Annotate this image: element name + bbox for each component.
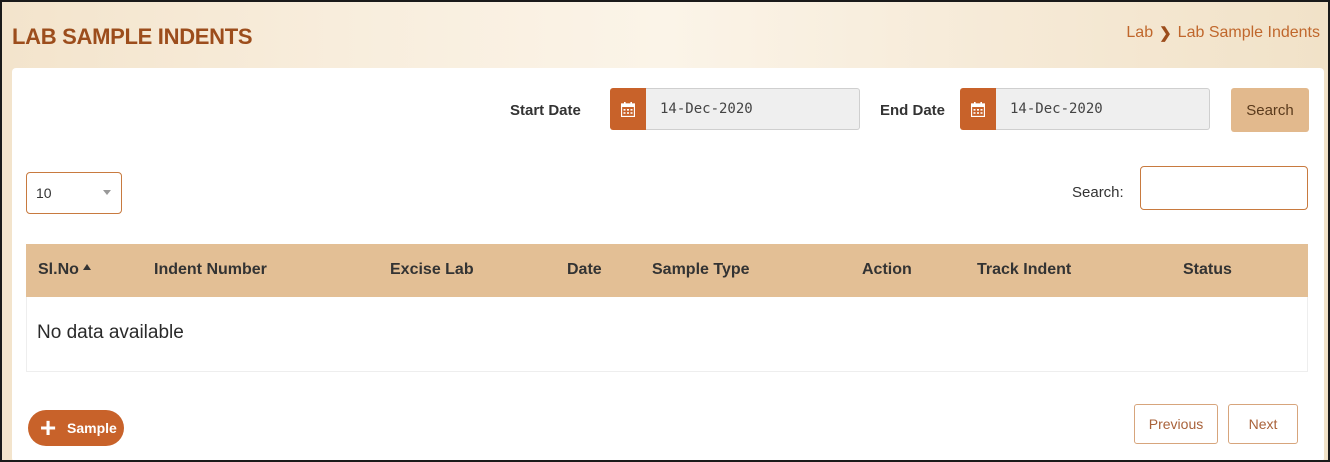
table-body: No data available xyxy=(26,297,1308,372)
previous-page-button[interactable]: Previous xyxy=(1134,404,1218,444)
start-date-input[interactable]: 14-Dec-2020 xyxy=(646,88,860,130)
breadcrumb: Lab ❯ Lab Sample Indents xyxy=(1126,24,1320,42)
chevron-right-icon: ❯ xyxy=(1159,25,1172,42)
end-date-label: End Date xyxy=(880,102,946,119)
column-header-action[interactable]: Action xyxy=(862,261,912,279)
search-label: Search: xyxy=(1072,184,1124,201)
search-button[interactable]: Search xyxy=(1231,88,1309,132)
end-date-input[interactable]: 14-Dec-2020 xyxy=(996,88,1210,130)
page-title: LAB SAMPLE INDENTS xyxy=(12,24,253,49)
page-header: LAB SAMPLE INDENTS Lab ❯ Lab Sample Inde… xyxy=(2,2,1328,68)
page-length-value: 10 xyxy=(36,185,52,201)
add-sample-button[interactable]: + Sample xyxy=(28,410,124,446)
page-length-select[interactable]: 10 xyxy=(26,172,122,214)
empty-table-message: No data available xyxy=(37,322,184,343)
column-header-status[interactable]: Status xyxy=(1183,261,1232,279)
add-sample-label: Sample xyxy=(67,420,117,436)
app-frame: LAB SAMPLE INDENTS Lab ❯ Lab Sample Inde… xyxy=(0,0,1330,462)
start-date-group: 14-Dec-2020 xyxy=(610,88,860,130)
end-date-group: 14-Dec-2020 xyxy=(960,88,1210,130)
table-header: Sl.No Indent Number Excise Lab Date Samp… xyxy=(26,244,1308,297)
start-date-label: Start Date xyxy=(510,102,581,119)
sort-up-icon xyxy=(82,264,91,270)
next-page-button[interactable]: Next xyxy=(1228,404,1298,444)
column-header-date[interactable]: Date xyxy=(567,261,602,279)
column-header-excise-lab[interactable]: Excise Lab xyxy=(390,261,474,279)
plus-icon: + xyxy=(39,412,57,443)
column-header-slno[interactable]: Sl.No xyxy=(38,261,91,279)
caret-down-icon xyxy=(103,190,111,195)
breadcrumb-item-current: Lab Sample Indents xyxy=(1177,24,1320,41)
breadcrumb-item-lab[interactable]: Lab xyxy=(1126,24,1153,42)
column-header-track-indent[interactable]: Track Indent xyxy=(977,261,1071,279)
calendar-icon[interactable] xyxy=(960,88,996,130)
column-header-sample-type[interactable]: Sample Type xyxy=(652,261,750,279)
content-card: Start Date 14-Dec-2020 End Date 14-Dec-2… xyxy=(12,68,1324,460)
column-header-indent-number[interactable]: Indent Number xyxy=(154,261,267,279)
search-input[interactable] xyxy=(1140,166,1308,210)
calendar-icon[interactable] xyxy=(610,88,646,130)
